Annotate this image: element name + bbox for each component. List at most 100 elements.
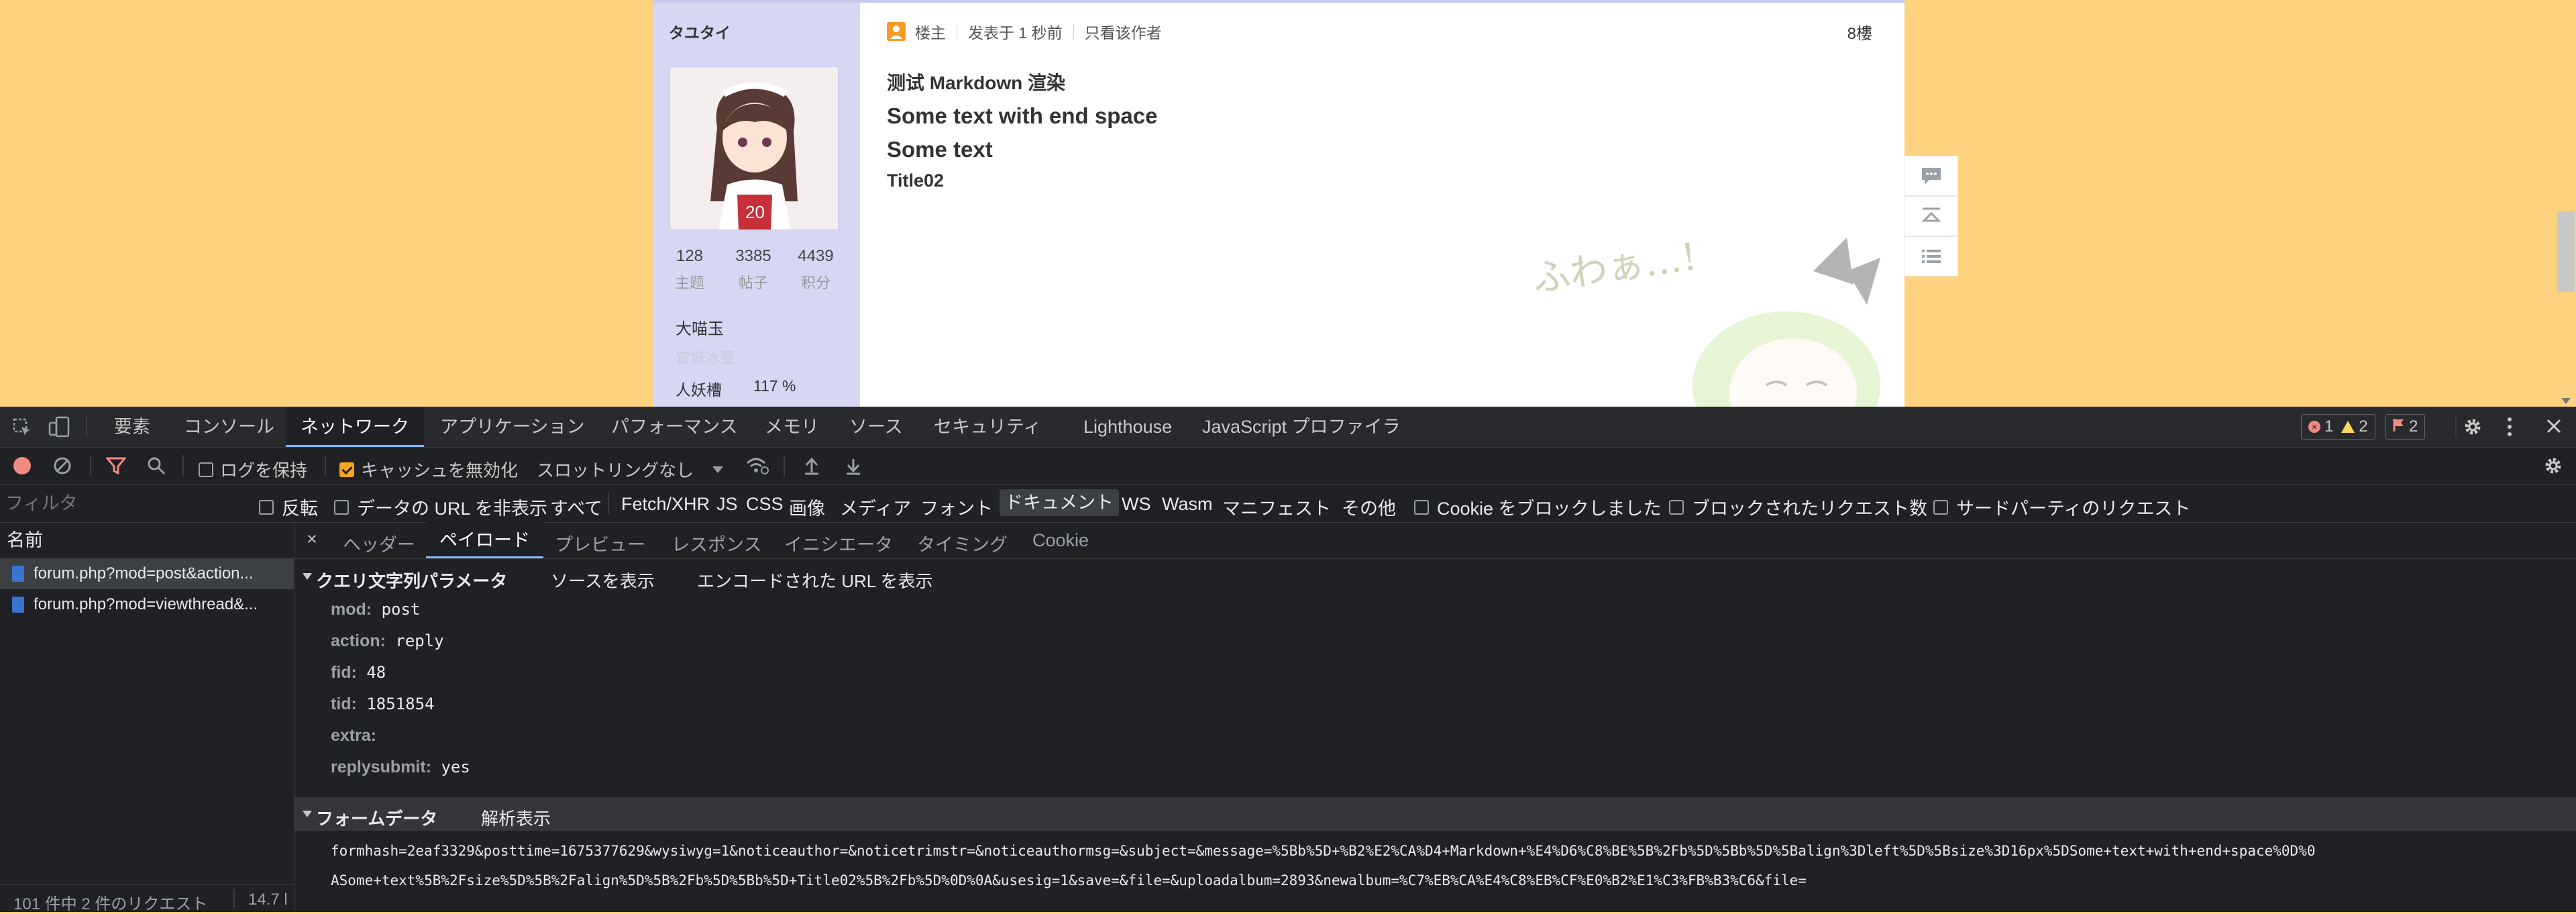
tab-lighthouse[interactable]: Lighthouse xyxy=(1069,407,1187,447)
query-params-title: クエリ文字列パラメータ xyxy=(316,571,508,591)
network-settings-gear-icon[interactable] xyxy=(2542,455,2564,481)
tab-console[interactable]: コンソール xyxy=(169,407,289,447)
throttling-select[interactable]: スロットリングなし xyxy=(537,457,724,482)
settings-gear-icon[interactable] xyxy=(2462,416,2483,441)
type-filter-manifest[interactable]: マニフェスト xyxy=(1222,494,1331,520)
blocked-requests-toggle[interactable]: ブロックされたリクエスト数 xyxy=(1669,494,1927,520)
type-filter-all[interactable]: すべて xyxy=(550,494,602,520)
expand-triangle-icon xyxy=(303,573,312,580)
detail-tab-preview[interactable]: プレビュー xyxy=(555,530,645,556)
type-filter-wasm[interactable]: Wasm xyxy=(1162,494,1213,515)
view-source-link[interactable]: ソースを表示 xyxy=(551,568,655,593)
detail-tab-headers[interactable]: ヘッダー xyxy=(343,530,415,556)
tab-performance[interactable]: パフォーマンス xyxy=(596,407,752,447)
author-name[interactable]: タユタイ xyxy=(669,20,731,43)
param-key: mod: xyxy=(331,600,372,619)
import-har-icon[interactable] xyxy=(802,456,821,480)
inspect-element-icon[interactable] xyxy=(12,417,32,441)
param-row: extra: xyxy=(331,726,383,746)
request-list-header[interactable]: 名前 xyxy=(0,522,294,559)
type-filter-ws[interactable]: WS xyxy=(1122,494,1151,515)
blocked-cookies-toggle[interactable]: Cookie をブロックしました xyxy=(1414,494,1662,520)
list-icon[interactable] xyxy=(1904,236,1958,276)
type-filter-css[interactable]: CSS xyxy=(746,494,784,515)
page-scrollbar[interactable] xyxy=(2556,0,2576,407)
detail-tab-payload[interactable]: ペイロード xyxy=(426,522,543,558)
author-stat[interactable]: 4439 积分 xyxy=(792,247,839,293)
author-stat[interactable]: 3385 帖子 xyxy=(730,247,777,293)
scroll-down-arrow-icon[interactable] xyxy=(2561,398,2571,404)
type-filter-other[interactable]: その他 xyxy=(1342,494,1396,520)
tab-memory[interactable]: メモリ xyxy=(750,407,834,447)
author-avatar[interactable]: 20 xyxy=(669,66,839,230)
detail-tab-response[interactable]: レスポンス xyxy=(672,530,761,556)
detail-tabbar: × ヘッダー ペイロード プレビュー レスポンス イニシエータ タイミング Co… xyxy=(294,522,2576,559)
disable-cache-toggle[interactable]: キャッシュを無効化 xyxy=(339,457,518,482)
filter-input[interactable] xyxy=(4,490,241,517)
disable-cache-checkbox[interactable] xyxy=(339,462,354,477)
third-party-checkbox[interactable] xyxy=(1933,499,1948,515)
view-parsed-link[interactable]: 解析表示 xyxy=(481,805,551,830)
type-filter-fetch-xhr[interactable]: Fetch/XHR xyxy=(621,494,710,515)
device-toggle-icon[interactable] xyxy=(48,416,71,441)
chevron-down-icon xyxy=(712,466,724,473)
third-party-toggle[interactable]: サードパーティのリクエスト xyxy=(1933,494,2190,520)
form-data-header[interactable]: フォームデータ 解析表示 xyxy=(294,797,2576,831)
export-har-icon[interactable] xyxy=(844,456,863,480)
tab-js-profiler[interactable]: JavaScript プロファイラ xyxy=(1187,407,1415,447)
preserve-log-toggle[interactable]: ログを保持 xyxy=(199,457,307,482)
issue-counters[interactable]: × 1 2 xyxy=(2301,414,2375,440)
back-to-top-icon[interactable] xyxy=(1904,196,1958,236)
tab-network[interactable]: ネットワーク xyxy=(286,407,424,447)
tab-application[interactable]: アプリケーション xyxy=(425,407,599,447)
detail-tab-timing[interactable]: タイミング xyxy=(917,530,1008,556)
record-icon[interactable] xyxy=(13,457,31,474)
hide-data-urls-toggle[interactable]: データの URL を非表示 xyxy=(334,494,547,520)
query-params-header[interactable]: クエリ文字列パラメータ ソースを表示 エンコードされた URL を表示 xyxy=(294,558,2576,595)
blocked-requests-checkbox[interactable] xyxy=(1669,499,1684,515)
hide-data-urls-checkbox[interactable] xyxy=(334,499,349,515)
invert-checkbox[interactable] xyxy=(259,499,274,515)
param-row: mod: post xyxy=(331,600,420,619)
type-filter-media[interactable]: メディア xyxy=(840,494,911,520)
invert-toggle[interactable]: 反転 xyxy=(259,494,318,520)
author-rank-title: 宣城冰靈 xyxy=(676,350,735,366)
side-tools xyxy=(1904,156,1958,276)
type-filter-js[interactable]: JS xyxy=(716,494,738,515)
param-key: tid: xyxy=(331,695,357,713)
tab-security[interactable]: セキュリティ xyxy=(919,407,1056,447)
request-row[interactable]: forum.php?mod=viewthread&... xyxy=(0,589,294,620)
preserve-log-checkbox[interactable] xyxy=(199,462,213,477)
more-options-icon[interactable] xyxy=(2506,416,2513,441)
tab-elements[interactable]: 要素 xyxy=(99,407,165,447)
request-row[interactable]: forum.php?mod=post&action... xyxy=(0,558,294,589)
thread-starter-icon xyxy=(887,22,906,41)
author-stat[interactable]: 128 主题 xyxy=(666,247,713,293)
request-name: forum.php?mod=post&action... xyxy=(34,564,254,582)
view-url-encoded-link[interactable]: エンコードされた URL を表示 xyxy=(697,568,933,593)
issues-badge[interactable]: 2 xyxy=(2385,414,2426,440)
page-scroll-thumb[interactable] xyxy=(2557,211,2575,292)
param-value: 48 xyxy=(366,663,386,682)
detail-tab-cookies[interactable]: Cookie xyxy=(1032,530,1089,551)
floor-number[interactable]: 8樓 xyxy=(1847,20,1872,44)
comment-icon[interactable] xyxy=(1904,156,1958,196)
param-row: replysubmit: yes xyxy=(331,758,470,777)
type-filter-font[interactable]: フォント xyxy=(920,494,993,520)
only-author-link[interactable]: 只看该作者 xyxy=(1085,20,1162,43)
blocked-cookies-checkbox[interactable] xyxy=(1414,499,1429,515)
search-icon[interactable] xyxy=(146,456,166,480)
clear-icon[interactable] xyxy=(52,456,72,480)
tab-sources[interactable]: ソース xyxy=(835,407,918,447)
detail-tab-initiator[interactable]: イニシエータ xyxy=(784,530,893,556)
network-conditions-icon[interactable] xyxy=(746,456,769,480)
filter-icon[interactable] xyxy=(105,456,127,480)
close-devtools-icon[interactable] xyxy=(2545,417,2563,438)
close-detail-icon[interactable]: × xyxy=(307,529,317,550)
error-icon: × xyxy=(2308,421,2320,433)
type-filter-doc[interactable]: ドキュメント xyxy=(1000,489,1119,516)
flag-icon xyxy=(2393,417,2405,437)
forum-post: タユタイ 20 128 主题 3385 帖子 4439 积分 大喵玉 宣城冰靈 … xyxy=(653,0,1904,407)
author-panel: タユタイ 20 128 主题 3385 帖子 4439 积分 大喵玉 宣城冰靈 … xyxy=(653,3,860,407)
type-filter-img[interactable]: 画像 xyxy=(789,494,825,520)
